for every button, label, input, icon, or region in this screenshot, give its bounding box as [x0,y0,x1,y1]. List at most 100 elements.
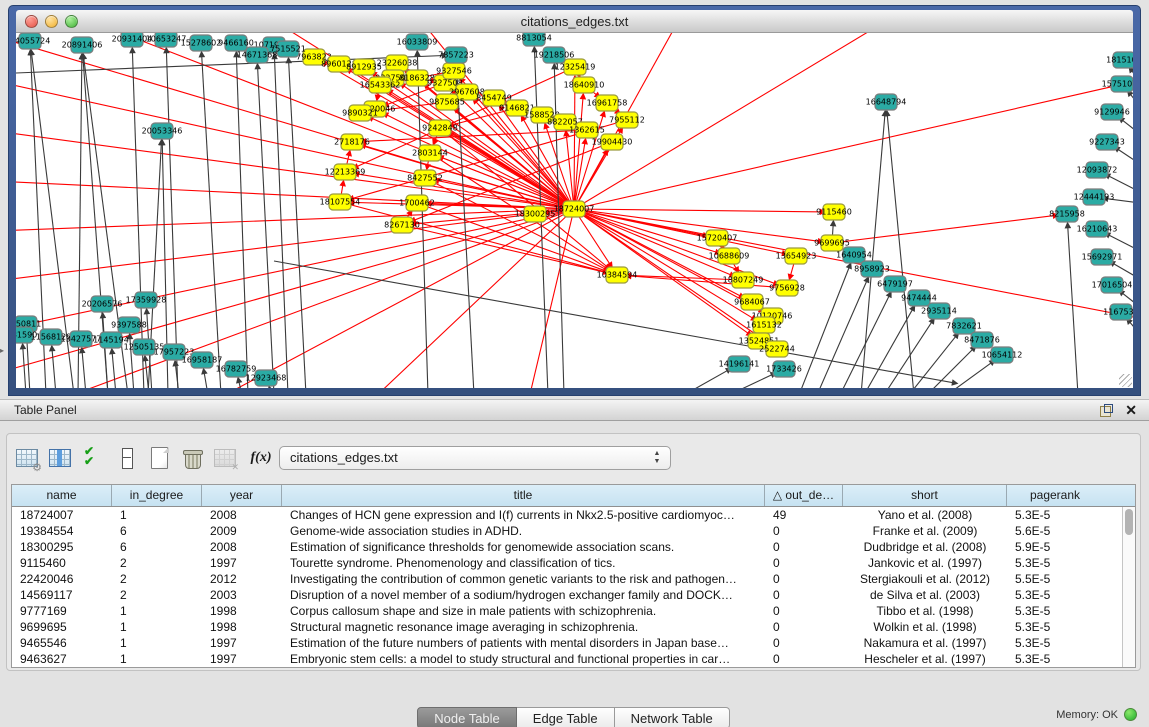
column-header-in_degree[interactable]: in_degree [112,485,202,506]
graph-node-label: 17016504 [1092,281,1133,290]
graph-node-label: 9756928 [769,284,805,293]
graph-node-label: 15692971 [1082,253,1123,262]
graph-node-label: 16958187 [182,356,223,365]
window-titlebar[interactable]: citations_edges.txt [16,10,1133,33]
cell-in_degree: 1 [112,651,202,667]
table-row[interactable]: 911546021997Tourette syndrome. Phenomeno… [12,555,1122,571]
cell-short: Nakamura et al. (1997) [843,635,1007,651]
table-header-row: namein_degreeyeartitle△ out_de…shortpage… [12,485,1135,507]
status-bar: Memory: OK [1056,708,1137,721]
cell-title: Estimation of the future numbers of pati… [282,635,765,651]
table-row[interactable]: 977716911998Corpus callosum shape and si… [12,603,1122,619]
trash-icon[interactable] [180,446,205,471]
table-row[interactable]: 1872400712008Changes of HCN gene express… [12,507,1122,523]
rows-icon[interactable] [114,446,139,471]
close-panel-icon[interactable]: ✕ [1125,403,1137,417]
table-row[interactable]: 1456911722003Disruption of a novel membe… [12,587,1122,603]
graph-node-label: 7955112 [609,116,645,125]
cell-year: 2008 [202,539,282,555]
column-header-year[interactable]: year [202,485,282,506]
graph-node-label: 7857223 [438,51,474,60]
cell-short: Jankovic et al. (1997) [843,555,1007,571]
tab-edge-table[interactable]: Edge Table [517,707,615,727]
graph-node-label: 12923468 [246,374,287,383]
graph-node-label: 12325419 [555,63,596,72]
cell-title: Estimation of significance thresholds fo… [282,539,765,555]
table-scrollbar-thumb[interactable] [1125,509,1133,535]
float-panel-icon[interactable] [1100,404,1113,417]
graph-node-label: 7832621 [946,322,982,331]
node-table: namein_degreeyeartitle△ out_de…shortpage… [11,484,1136,668]
delete-table-icon[interactable] [213,446,238,471]
table-tabs: Node TableEdge TableNetwork Table [7,707,1140,727]
column-header-out_degree[interactable]: △ out_de… [765,485,843,506]
cell-pagerank: 5.9E-5 [1007,539,1103,555]
cell-short: Wolkin et al. (1998) [843,619,1007,635]
panel-collapse-handle[interactable]: ▸ [0,344,8,357]
graph-node-label: 7515521 [270,45,306,54]
cell-year: 1997 [202,555,282,571]
graph-node-label: 18807249 [723,276,764,285]
cell-title: Changes of HCN gene expression and I(f) … [282,507,765,523]
window-title: citations_edges.txt [16,14,1133,29]
graph-node-label: 8427552 [407,174,443,183]
table-scrollbar[interactable] [1122,507,1135,667]
cell-in_degree: 1 [112,619,202,635]
fx-icon[interactable]: f(x) [246,446,276,471]
table-selector-dropdown[interactable]: citations_edges.txt ▲▼ [279,446,671,470]
tab-node-table[interactable]: Node Table [417,707,517,727]
cell-name: 19384554 [12,523,112,539]
cell-in_degree: 1 [112,635,202,651]
cell-out_degree: 0 [765,555,843,571]
graph-node-label: 20206576 [82,300,123,309]
node-layer: 1872400779638228960128891293523226038932… [16,33,1133,386]
table-body: 1872400712008Changes of HCN gene express… [12,507,1122,667]
cell-out_degree: 0 [765,523,843,539]
memory-status-indicator [1124,708,1137,721]
network-canvas[interactable]: 1872400779638228960128891293523226038932… [16,33,1133,388]
network-canvas-container: 1872400779638228960128891293523226038932… [16,33,1133,388]
graph-node-label: 1700462 [399,199,435,208]
table-row[interactable]: 2242004622012Investigating the contribut… [12,571,1122,587]
table-row[interactable]: 946554611997Estimation of the future num… [12,635,1122,651]
graph-node-label: 9875685 [429,98,465,107]
table-selector-value: citations_edges.txt [290,450,398,465]
tab-network-table[interactable]: Network Table [615,707,730,727]
cell-year: 2012 [202,571,282,587]
column-header-short[interactable]: short [843,485,1007,506]
graph-node-label: 14196141 [719,360,760,369]
graph-node-label: 10384594 [597,271,638,280]
graph-node-label: 19218506 [534,51,575,60]
graph-node-label: 8958923 [854,265,890,274]
cell-pagerank: 5.3E-5 [1007,651,1103,667]
new-document-icon[interactable] [147,446,172,471]
table-row[interactable]: 1830029562008Estimation of significance … [12,539,1122,555]
window-resize-grip[interactable] [1119,374,1132,387]
graph-node-label: 2522744 [759,345,795,354]
table-row[interactable]: 1938455462009Genome-wide association stu… [12,523,1122,539]
graph-node-label: 9115460 [816,208,852,217]
cell-title: Investigating the contribution of common… [282,571,765,587]
graph-node-label: 10688609 [709,252,750,261]
column-header-name[interactable]: name [12,485,112,506]
graph-node-label: 9684067 [734,298,770,307]
column-header-title[interactable]: title [282,485,765,506]
select-rows-icon[interactable] [81,446,106,471]
table-row[interactable]: 946362711997Embryonic stem cells: a mode… [12,651,1122,667]
graph-node-label: 1362615 [569,126,605,135]
graph-node-label: 16648794 [866,98,907,107]
cell-pagerank: 5.3E-5 [1007,555,1103,571]
table-settings-icon[interactable] [15,446,40,471]
network-view-window: citations_edges.txt 18724007796382289601… [8,5,1141,396]
column-header-pagerank[interactable]: pagerank [1007,485,1103,506]
table-row[interactable]: 969969511998Structural magnetic resonanc… [12,619,1122,635]
cell-in_degree: 6 [112,539,202,555]
graph-node-label: 6479197 [877,280,913,289]
cell-title: Tourette syndrome. Phenomenology and cla… [282,555,765,571]
cell-year: 2008 [202,507,282,523]
cell-year: 2009 [202,523,282,539]
cell-title: Embryonic stem cells: a model to study s… [282,651,765,667]
cell-out_degree: 0 [765,539,843,555]
graph-node-label: 20891406 [62,41,103,50]
table-columns-icon[interactable] [48,446,73,471]
